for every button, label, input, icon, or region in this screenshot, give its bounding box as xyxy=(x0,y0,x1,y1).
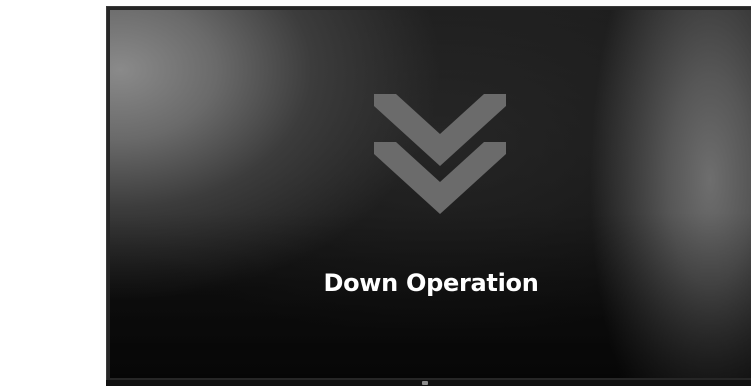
tv-screen: Down Operation xyxy=(110,10,751,378)
brand-logo xyxy=(422,381,428,385)
tv-bottom-bar xyxy=(106,380,751,386)
double-chevron-down-icon xyxy=(374,94,506,214)
page: Down Operation xyxy=(0,0,751,386)
tv-frame: Down Operation xyxy=(106,6,751,386)
operation-label: Down Operation xyxy=(323,269,539,297)
tv-bezel: Down Operation xyxy=(106,6,751,380)
